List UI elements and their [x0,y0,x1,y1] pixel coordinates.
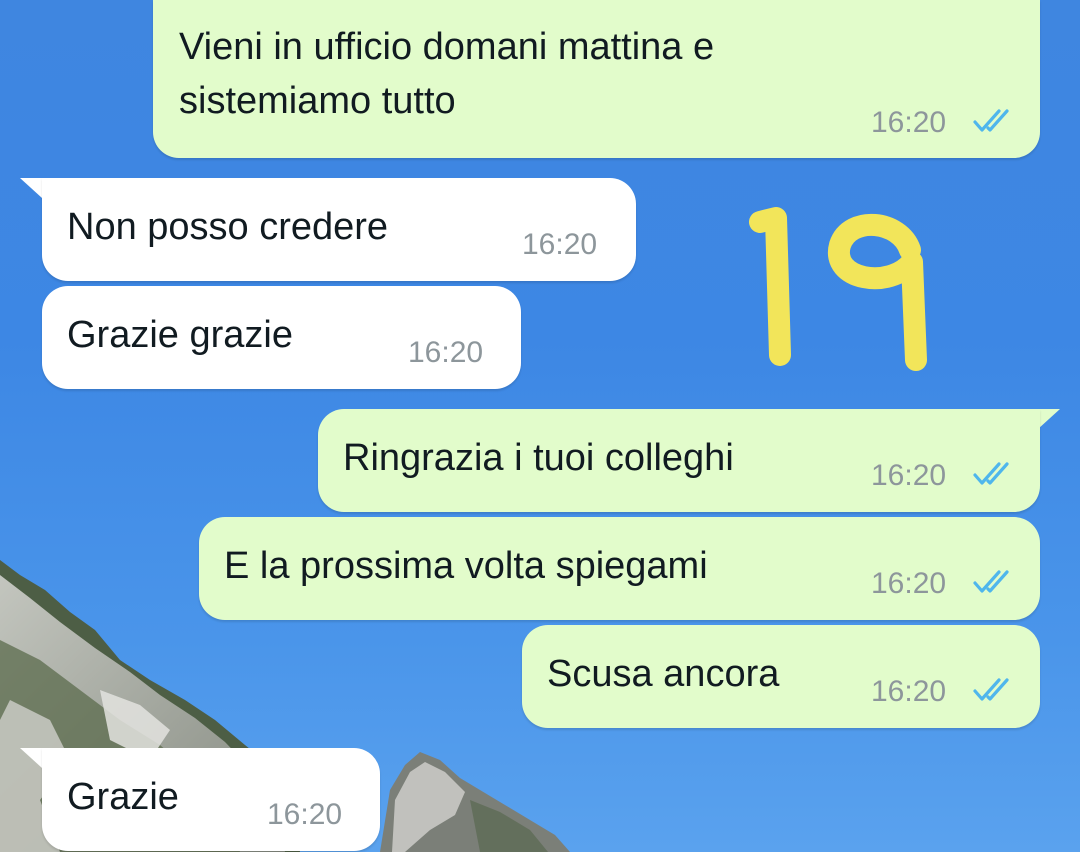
message-bubble-incoming[interactable]: Grazie grazie 16:20 [42,286,521,389]
message-text: Non posso credere [67,206,389,248]
message-time: 16:20 [871,675,947,708]
handwritten-number-annotation [749,207,927,371]
message-text: Grazie grazie [67,314,293,356]
message-bubble-outgoing[interactable]: Scusa ancora 16:20 [522,625,1040,728]
message-bubble-outgoing[interactable]: Vieni in ufficio domani mattina e sistem… [153,0,1040,158]
message-bubble-incoming[interactable]: Non posso credere 16:20 [42,178,636,281]
message-text: Vieni in ufficio domani mattina e sistem… [179,26,715,122]
message-bubble-outgoing[interactable]: Ringrazia i tuoi colleghi 16:20 [318,409,1040,512]
read-ticks-icon [973,570,1009,593]
message-time: 16:20 [871,106,947,139]
message-time: 16:20 [871,567,947,600]
message-text: Ringrazia i tuoi colleghi [343,437,734,479]
message-text: Scusa ancora [547,653,780,695]
read-ticks-icon [973,109,1009,132]
message-text: E la prossima volta spiegami [224,545,708,587]
message-time: 16:20 [408,336,484,369]
message-text: Grazie [67,776,179,818]
message-time: 16:20 [871,459,947,492]
message-time: 16:20 [267,798,343,831]
message-bubble-incoming[interactable]: Grazie 16:20 [42,748,380,851]
message-time: 16:20 [522,228,598,261]
message-bubble-outgoing[interactable]: E la prossima volta spiegami 16:20 [199,517,1040,620]
read-ticks-icon [973,678,1009,701]
read-ticks-icon [973,462,1009,485]
